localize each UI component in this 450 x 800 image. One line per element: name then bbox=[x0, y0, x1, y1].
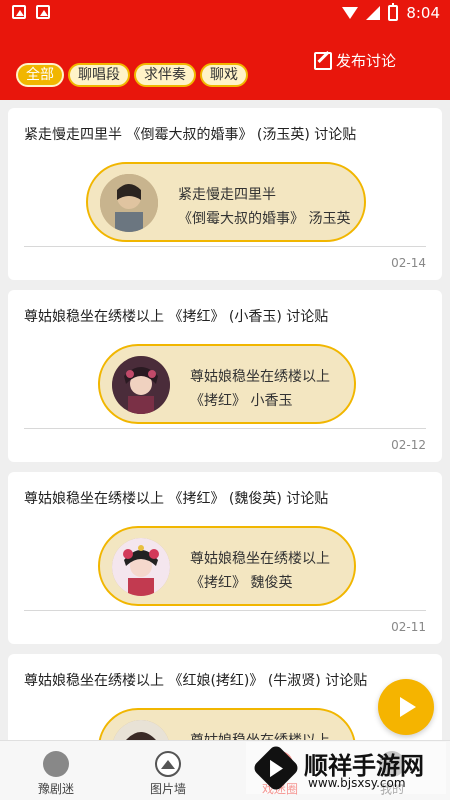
song-name: 尊姑娘稳坐在绣楼以上 bbox=[190, 551, 330, 567]
tab-all[interactable]: 全部 bbox=[16, 63, 64, 87]
divider bbox=[24, 610, 426, 611]
post-title: 尊姑娘稳坐在绣楼以上 《拷红》 (小香玉) 讨论贴 bbox=[24, 309, 329, 325]
battery-icon bbox=[388, 3, 399, 21]
post-date: 02-14 bbox=[391, 256, 426, 270]
nav-photo-wall[interactable]: 图片墙 bbox=[112, 741, 224, 800]
watermark-url: www.bjsxsy.com bbox=[308, 776, 406, 790]
post-title: 紧走慢走四里半 《倒霉大叔的婚事》 (汤玉英) 讨论贴 bbox=[24, 127, 357, 143]
logo-icon bbox=[43, 751, 69, 777]
notification-icon bbox=[12, 5, 26, 19]
performer-avatar bbox=[100, 174, 158, 232]
opera-and-performer: 《拷红》 魏俊英 bbox=[190, 575, 293, 591]
post-title: 尊姑娘稳坐在绣楼以上 《拷红》 (魏俊英) 讨论贴 bbox=[24, 491, 329, 507]
edit-icon bbox=[314, 51, 332, 70]
status-bar: 8:04 bbox=[0, 0, 450, 26]
audio-capsule[interactable]: 尊姑娘稳坐在绣楼以上 《拷红》 魏俊英 bbox=[98, 526, 356, 606]
brand-logo-icon bbox=[251, 743, 301, 793]
clock: 8:04 bbox=[406, 4, 440, 22]
tab-accompaniment[interactable]: 求伴奏 bbox=[134, 63, 196, 87]
post-card[interactable]: 紧走慢走四里半 《倒霉大叔的婚事》 (汤玉英) 讨论贴 紧走慢走四里半 《倒霉大… bbox=[8, 108, 442, 280]
watermark: 顺祥手游网 www.bjsxsy.com bbox=[246, 742, 446, 794]
divider bbox=[24, 246, 426, 247]
photo-icon bbox=[155, 751, 181, 777]
nav-label: 豫剧迷 bbox=[37, 782, 74, 796]
nav-home[interactable]: 豫剧迷 bbox=[0, 741, 112, 800]
post-title: 尊姑娘稳坐在绣楼以上 《红娘(拷红)》 (牛淑贤) 讨论贴 bbox=[24, 673, 368, 689]
song-name: 紧走慢走四里半 bbox=[178, 187, 276, 203]
nav-label: 图片墙 bbox=[149, 782, 186, 796]
wifi-icon bbox=[342, 7, 359, 19]
opera-and-performer: 《拷红》 小香玉 bbox=[190, 393, 293, 409]
post-discussion-label: 发布讨论 bbox=[336, 52, 397, 70]
performer-avatar bbox=[112, 356, 170, 414]
song-name: 尊姑娘稳坐在绣楼以上 bbox=[190, 369, 330, 385]
tab-singing[interactable]: 聊唱段 bbox=[68, 63, 130, 87]
tab-opera-talk[interactable]: 聊戏 bbox=[200, 63, 248, 87]
post-date: 02-12 bbox=[391, 438, 426, 452]
header: 全部 聊唱段 求伴奏 聊戏 发布讨论 bbox=[0, 26, 450, 100]
performer-avatar bbox=[112, 538, 170, 596]
play-button[interactable] bbox=[378, 679, 434, 735]
post-feed: 紧走慢走四里半 《倒霉大叔的婚事》 (汤玉英) 讨论贴 紧走慢走四里半 《倒霉大… bbox=[8, 108, 442, 800]
audio-capsule[interactable]: 尊姑娘稳坐在绣楼以上 《拷红》 小香玉 bbox=[98, 344, 356, 424]
post-discussion-button[interactable]: 发布讨论 bbox=[314, 50, 396, 71]
post-date: 02-11 bbox=[391, 620, 426, 634]
audio-capsule[interactable]: 紧走慢走四里半 《倒霉大叔的婚事》 汤玉英 bbox=[86, 162, 366, 242]
post-card[interactable]: 尊姑娘稳坐在绣楼以上 《拷红》 (小香玉) 讨论贴 尊姑娘稳坐在绣楼以上 《拷红… bbox=[8, 290, 442, 462]
post-card[interactable]: 尊姑娘稳坐在绣楼以上 《拷红》 (魏俊英) 讨论贴 尊姑娘稳坐在绣楼以上 《拷红… bbox=[8, 472, 442, 644]
image-notification-icon bbox=[36, 5, 50, 19]
divider bbox=[24, 428, 426, 429]
category-tabs: 全部 聊唱段 求伴奏 聊戏 bbox=[16, 63, 248, 87]
signal-icon bbox=[366, 6, 381, 20]
opera-and-performer: 《倒霉大叔的婚事》 汤玉英 bbox=[178, 211, 351, 227]
